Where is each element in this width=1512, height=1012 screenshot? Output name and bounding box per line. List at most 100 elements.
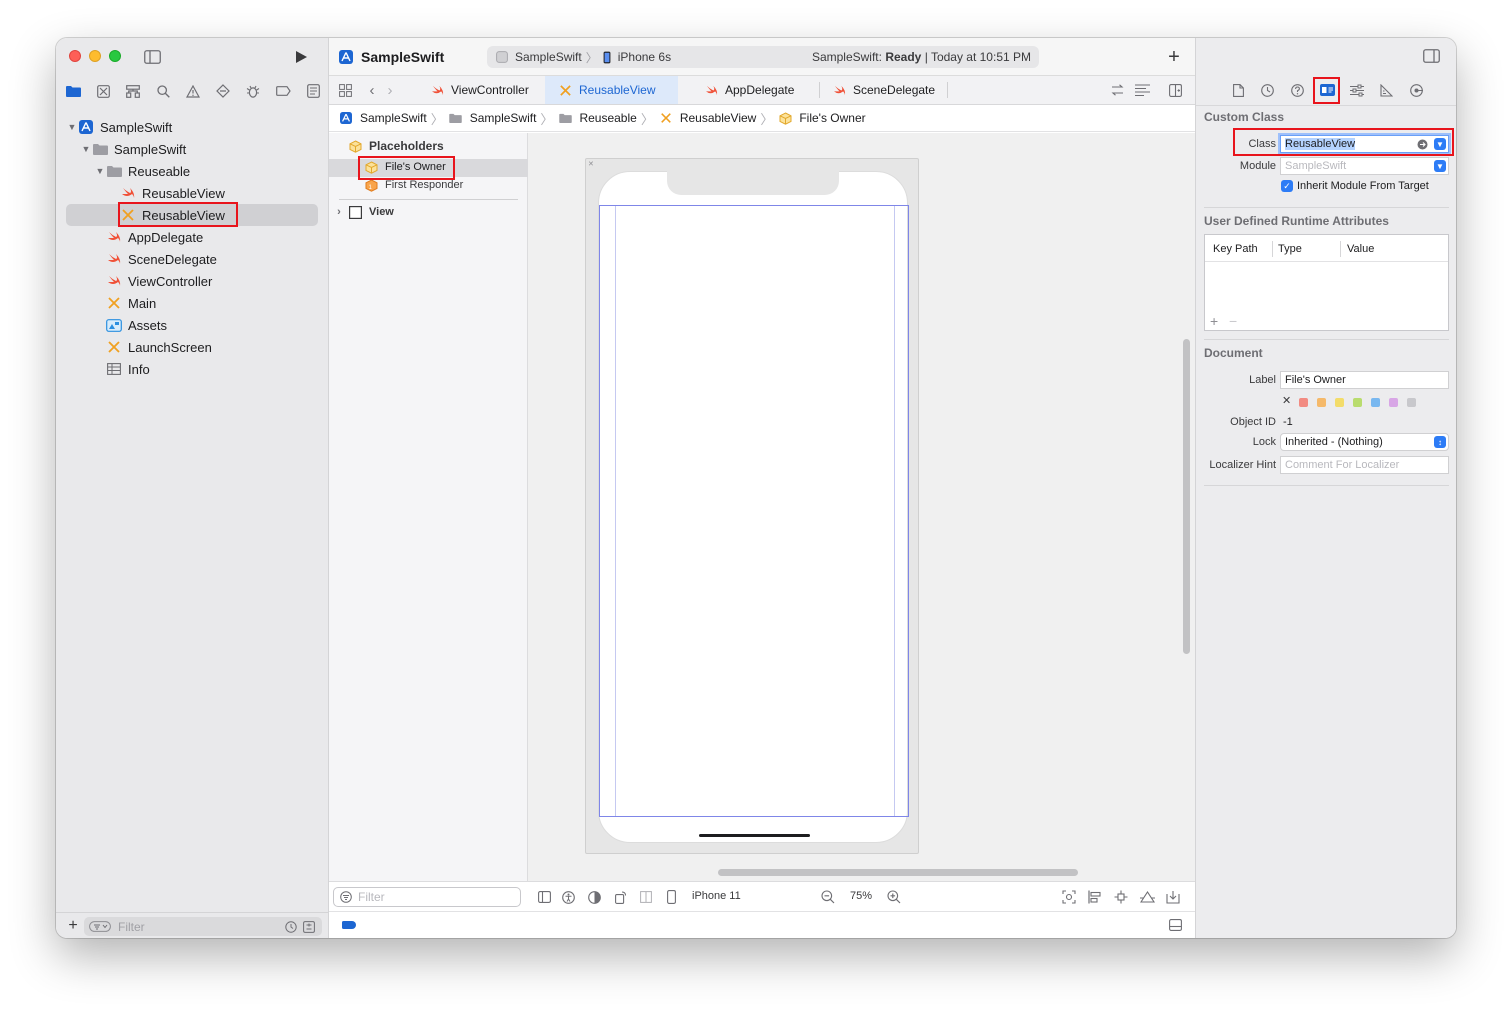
filter-options-icon[interactable]: [88, 920, 112, 934]
document-label-field[interactable]: File's Owner: [1280, 371, 1449, 389]
breakpoint-navigator-icon[interactable]: [274, 82, 292, 100]
source-control-filter-icon[interactable]: [302, 920, 316, 934]
tree-item-launchscreen[interactable]: LaunchScreen: [66, 336, 318, 358]
related-items-icon[interactable]: [337, 82, 353, 98]
align-icon[interactable]: [1087, 889, 1103, 905]
recent-files-icon[interactable]: [284, 920, 298, 934]
add-attribute-icon[interactable]: +: [1210, 313, 1218, 329]
close-window-button[interactable]: [69, 50, 81, 62]
tree-item-scenedelegate[interactable]: SceneDelegate: [66, 248, 318, 270]
tree-item-assets[interactable]: Assets: [66, 314, 318, 336]
close-scene-icon[interactable]: ✕: [588, 160, 594, 168]
breadcrumb-object[interactable]: File's Owner: [777, 111, 866, 125]
attributes-inspector-icon[interactable]: [1349, 82, 1365, 98]
document-label-value[interactable]: File's Owner: [1285, 374, 1346, 386]
device-frame[interactable]: ✕: [585, 158, 919, 854]
outline-filter-field[interactable]: Filter: [333, 887, 521, 907]
color-swatch-gray[interactable]: [1407, 398, 1416, 407]
column-header-keypath[interactable]: Key Path: [1213, 243, 1258, 255]
report-navigator-icon[interactable]: [304, 82, 322, 100]
breadcrumb-project[interactable]: SampleSwift: [338, 111, 427, 125]
size-inspector-icon[interactable]: [1378, 82, 1394, 98]
navigator-filter-field[interactable]: Filter: [84, 917, 322, 936]
tree-item-appdelegate[interactable]: AppDelegate: [66, 226, 318, 248]
color-swatch-green[interactable]: [1353, 398, 1362, 407]
zoom-level[interactable]: 75%: [850, 890, 872, 902]
disclosure-open-icon[interactable]: ▼: [80, 144, 92, 154]
placeholders-section[interactable]: Placeholders: [347, 139, 444, 153]
color-swatch-orange[interactable]: [1317, 398, 1326, 407]
forward-icon[interactable]: ›: [383, 82, 397, 98]
tab-scenedelegate[interactable]: SceneDelegate: [819, 76, 947, 104]
test-navigator-icon[interactable]: [214, 82, 232, 100]
tab-appdelegate[interactable]: AppDelegate: [691, 76, 819, 104]
connections-inspector-icon[interactable]: [1408, 82, 1424, 98]
sidebar-toggle-icon[interactable]: [142, 49, 162, 65]
library-add-icon[interactable]: +: [1165, 47, 1183, 67]
disclosure-open-icon[interactable]: ▼: [66, 122, 78, 132]
tree-item-viewcontroller[interactable]: ViewController: [66, 270, 318, 292]
lock-value[interactable]: Inherited - (Nothing): [1285, 436, 1383, 448]
outline-item-view[interactable]: › View: [333, 205, 394, 219]
chevron-down-icon[interactable]: ▼: [1434, 160, 1446, 172]
zoom-window-button[interactable]: [109, 50, 121, 62]
horizontal-scrollbar[interactable]: [718, 869, 1078, 876]
tab-viewcontroller[interactable]: ViewController: [417, 76, 545, 104]
swap-editors-icon[interactable]: [1109, 82, 1125, 98]
tab-reusableview[interactable]: ReusableView: [545, 76, 678, 104]
no-color-icon[interactable]: ✕: [1282, 394, 1291, 407]
appearance-icon[interactable]: [587, 890, 601, 904]
breakpoints-toggle-icon[interactable]: [342, 921, 356, 929]
update-frames-icon[interactable]: [1061, 889, 1077, 905]
debug-area-toggle-icon[interactable]: [1168, 918, 1182, 932]
add-editor-icon[interactable]: [1167, 82, 1183, 98]
tree-item-group[interactable]: ▼ SampleSwift: [66, 138, 318, 160]
source-control-navigator-icon[interactable]: [94, 82, 112, 100]
outline-item-first-responder[interactable]: 1 First Responder: [363, 178, 463, 192]
reusable-view-bounds[interactable]: [599, 205, 909, 817]
tree-item-project[interactable]: ▼ SampleSwift: [66, 116, 318, 138]
zoom-in-icon[interactable]: [886, 889, 902, 905]
orientation-icon[interactable]: [613, 890, 627, 904]
layout-split-icon[interactable]: [639, 890, 653, 904]
column-header-type[interactable]: Type: [1278, 243, 1302, 255]
add-icon[interactable]: +: [65, 918, 81, 934]
chevron-updown-icon[interactable]: ↕: [1434, 436, 1446, 448]
disclosure-open-icon[interactable]: ▼: [94, 166, 106, 176]
file-inspector-icon[interactable]: [1230, 82, 1246, 98]
lock-popup[interactable]: Inherited - (Nothing) ↕: [1280, 433, 1449, 451]
breadcrumb-file[interactable]: ReusableView: [658, 111, 756, 125]
inherit-module-checkbox[interactable]: ✓ Inherit Module From Target: [1281, 180, 1429, 192]
module-field[interactable]: SampleSwift ▼: [1280, 157, 1449, 175]
debug-navigator-icon[interactable]: [244, 82, 262, 100]
run-icon[interactable]: [292, 48, 310, 66]
back-icon[interactable]: ‹: [365, 82, 379, 98]
checkmark-icon[interactable]: ✓: [1281, 180, 1293, 192]
remove-attribute-icon[interactable]: −: [1229, 313, 1237, 329]
document-outline-toggle-icon[interactable]: [537, 890, 551, 904]
scheme-selector[interactable]: SampleSwift 〉 iPhone 6s SampleSwift: Rea…: [487, 46, 1039, 68]
vertical-scrollbar[interactable]: [1183, 339, 1190, 654]
add-constraints-icon[interactable]: [1113, 889, 1129, 905]
runtime-attributes-table[interactable]: Key Path Type Value + −: [1204, 234, 1449, 331]
editor-options-icon[interactable]: [1133, 82, 1151, 98]
issue-navigator-icon[interactable]: [184, 82, 202, 100]
breadcrumb-folder[interactable]: Reuseable: [557, 111, 637, 125]
scheme-name[interactable]: SampleSwift: [515, 50, 582, 64]
device-name[interactable]: iPhone 6s: [618, 50, 671, 64]
column-header-value[interactable]: Value: [1347, 243, 1374, 255]
tree-item-main[interactable]: Main: [66, 292, 318, 314]
inspector-toggle-icon[interactable]: [1422, 48, 1440, 64]
minimize-window-button[interactable]: [89, 50, 101, 62]
tree-item-reuseable-folder[interactable]: ▼ Reuseable: [66, 160, 318, 182]
find-navigator-icon[interactable]: [154, 82, 172, 100]
interface-builder-canvas[interactable]: ✕: [528, 133, 1195, 910]
folder-navigator-icon[interactable]: [64, 82, 82, 100]
resolve-autolayout-icon[interactable]: [1139, 889, 1155, 905]
history-inspector-icon[interactable]: [1259, 82, 1275, 98]
color-swatch-blue[interactable]: [1371, 398, 1380, 407]
breadcrumb-group[interactable]: SampleSwift: [448, 111, 536, 125]
device-config-label[interactable]: iPhone 11: [692, 890, 741, 902]
localizer-hint-field[interactable]: Comment For Localizer: [1280, 456, 1449, 474]
disclosure-closed-icon[interactable]: ›: [333, 206, 345, 218]
